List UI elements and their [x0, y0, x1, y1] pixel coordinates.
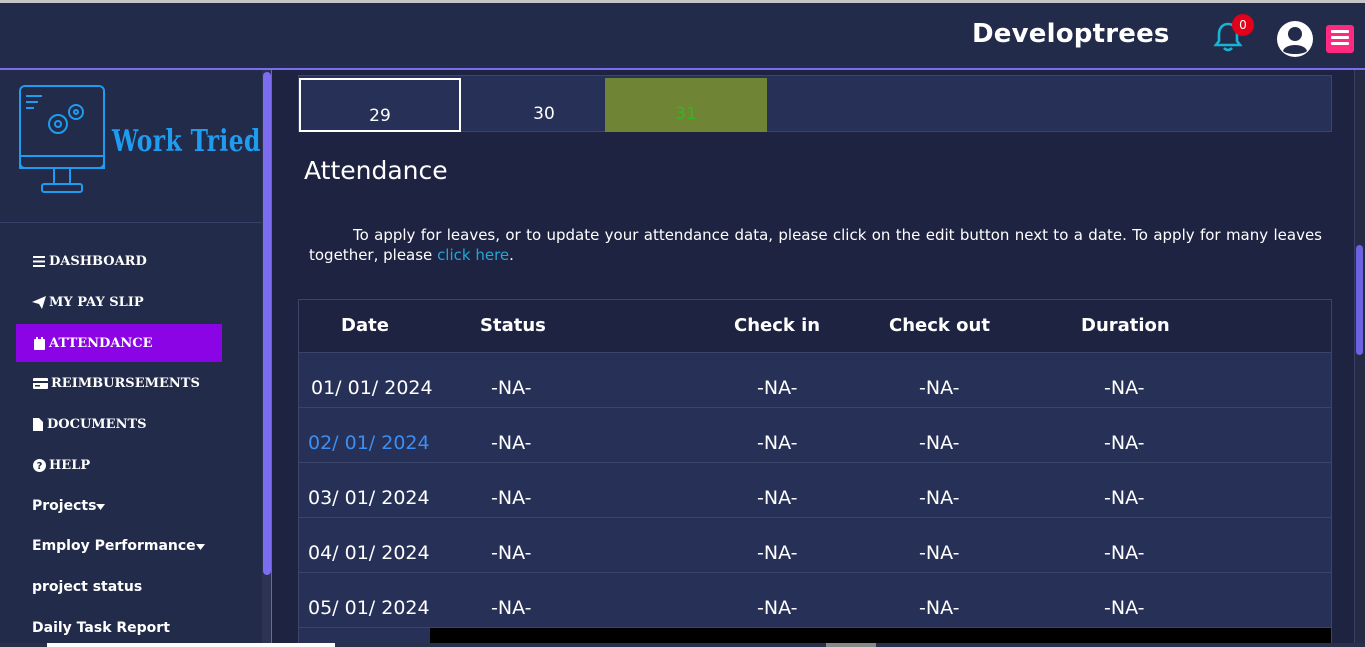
credit-card-icon: [32, 376, 48, 390]
cell-duration: -NA-: [1104, 377, 1145, 399]
cell-duration: -NA-: [1104, 432, 1145, 454]
cell-check-in: -NA-: [757, 487, 798, 509]
cell-date: 03/ 01/ 2024: [308, 487, 430, 509]
page-scrollbar[interactable]: [1354, 70, 1365, 647]
top-navbar: Developtrees 0: [0, 0, 1365, 70]
cell-check-in: -NA-: [757, 597, 798, 619]
table-row[interactable]: 02/ 01/ 2024 -NA- -NA- -NA- -NA-: [299, 408, 1331, 463]
sidebar-item-attendance[interactable]: ATTENDANCE: [16, 324, 222, 362]
sidebar-item-label: ATTENDANCE: [49, 335, 153, 351]
cell-duration: -NA-: [1104, 542, 1145, 564]
cell-status: -NA-: [491, 597, 532, 619]
cell-status: -NA-: [491, 432, 532, 454]
brand-title: Developtrees: [972, 19, 1170, 49]
table-horizontal-scrollbar[interactable]: [430, 628, 1331, 644]
cell-check-out: -NA-: [919, 377, 960, 399]
cell-check-in: -NA-: [757, 542, 798, 564]
calendar-strip: 29 30 31: [298, 75, 1332, 132]
calendar-icon: [32, 336, 46, 350]
file-icon: [32, 417, 44, 431]
cell-check-out: -NA-: [919, 487, 960, 509]
cell-status: -NA-: [491, 377, 532, 399]
cell-duration: -NA-: [1104, 487, 1145, 509]
page-title: Attendance: [304, 156, 448, 185]
column-header-date: Date: [341, 315, 389, 336]
sidebar-item-label: HELP: [49, 457, 91, 473]
column-header-check-in: Check in: [734, 315, 821, 336]
caret-down-icon: [96, 498, 106, 514]
table-row[interactable]: 01/ 01/ 2024 -NA- -NA- -NA- -NA-: [299, 353, 1331, 408]
column-header-check-out: Check out: [889, 315, 990, 336]
click-here-link[interactable]: click here: [437, 246, 509, 264]
calendar-day[interactable]: 29: [299, 78, 461, 132]
sidebar-item-label: MY PAY SLIP: [49, 294, 144, 310]
cell-date: 05/ 01/ 2024: [308, 597, 430, 619]
svg-text:?: ?: [36, 461, 42, 472]
cell-date: 04/ 01/ 2024: [308, 542, 430, 564]
sidebar-item-label: Employ Performance: [32, 538, 196, 554]
sidebar-item-projects[interactable]: Projects: [16, 487, 222, 525]
hamburger-menu-icon[interactable]: [1326, 25, 1354, 53]
calendar-day-today[interactable]: 31: [605, 78, 767, 132]
user-avatar-icon[interactable]: [1276, 20, 1314, 58]
bottom-scrollbar[interactable]: [0, 643, 1365, 647]
sidebar-item-documents[interactable]: DOCUMENTS: [16, 405, 222, 443]
sidebar-item-my-pay-slip[interactable]: MY PAY SLIP: [16, 283, 222, 321]
sidebar-item-label: project status: [32, 579, 143, 595]
cell-check-out: -NA-: [919, 597, 960, 619]
calendar-day[interactable]: 30: [463, 78, 625, 132]
sidebar-item-dashboard[interactable]: DASHBOARD: [16, 242, 222, 280]
attendance-table: Date Status Check in Check out Duration …: [298, 299, 1332, 647]
sidebar-item-daily-task-report[interactable]: Daily Task Report: [16, 609, 222, 647]
paper-plane-icon: [32, 295, 46, 309]
cell-check-out: -NA-: [919, 542, 960, 564]
cell-date[interactable]: 02/ 01/ 2024: [308, 432, 430, 454]
cell-check-in: -NA-: [757, 377, 798, 399]
logo-divider: [0, 222, 262, 223]
column-header-duration: Duration: [1081, 315, 1170, 336]
sidebar-item-label: Projects: [32, 498, 97, 514]
table-row[interactable]: 04/ 01/ 2024 -NA- -NA- -NA- -NA-: [299, 518, 1331, 573]
sidebar-scrollbar-thumb[interactable]: [263, 72, 271, 575]
sidebar-item-label: Daily Task Report: [32, 620, 170, 636]
sidebar-item-label: REIMBURSEMENTS: [51, 375, 200, 391]
cell-status: -NA-: [491, 487, 532, 509]
sidebar-item-reimbursements[interactable]: REIMBURSEMENTS: [16, 364, 222, 402]
cell-duration: -NA-: [1104, 597, 1145, 619]
sidebar-item-employ-performance[interactable]: Employ Performance: [16, 527, 222, 565]
table-header: Date Status Check in Check out Duration: [299, 300, 1331, 353]
notification-badge: 0: [1232, 14, 1254, 36]
bottom-scrollbar-thumb-secondary[interactable]: [826, 643, 876, 647]
cell-check-out: -NA-: [919, 432, 960, 454]
caret-down-icon: [195, 538, 205, 554]
sidebar-item-label: DOCUMENTS: [47, 416, 147, 432]
table-row[interactable]: 05/ 01/ 2024 -NA- -NA- -NA- -NA-: [299, 573, 1331, 628]
cell-status: -NA-: [491, 542, 532, 564]
sidebar-item-label: DASHBOARD: [49, 253, 147, 269]
cell-check-in: -NA-: [757, 432, 798, 454]
table-row[interactable]: 03/ 01/ 2024 -NA- -NA- -NA- -NA-: [299, 463, 1331, 518]
sidebar-item-help[interactable]: ? HELP: [16, 446, 222, 484]
monitor-gear-icon: [19, 85, 105, 193]
cell-date: 01/ 01/ 2024: [311, 377, 433, 399]
bars-icon: [32, 254, 46, 268]
bottom-scrollbar-thumb[interactable]: [47, 643, 335, 647]
column-header-status: Status: [480, 315, 546, 336]
description-period: .: [509, 246, 514, 264]
page-scrollbar-thumb[interactable]: [1356, 245, 1363, 355]
sidebar-item-project-status[interactable]: project status: [16, 568, 222, 606]
logo-text: Work Tried: [112, 124, 261, 159]
attendance-description: To apply for leaves, or to update your a…: [309, 225, 1322, 265]
question-circle-icon: ?: [32, 458, 46, 472]
